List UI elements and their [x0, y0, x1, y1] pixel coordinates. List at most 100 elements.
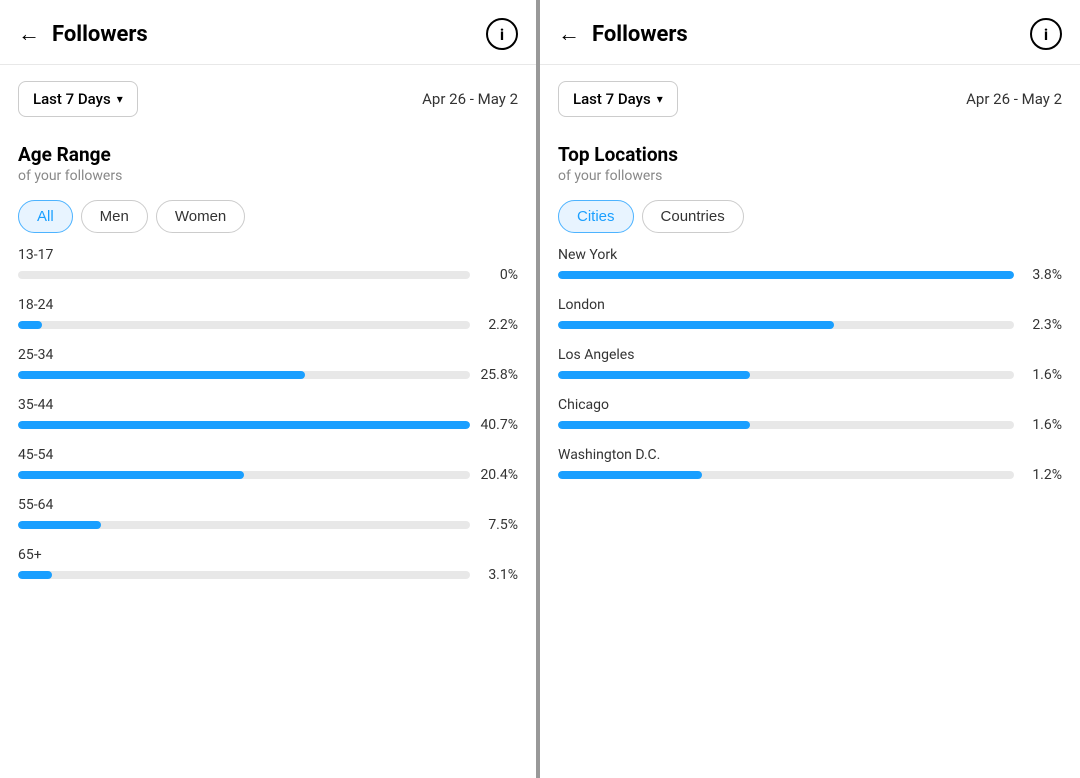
right-dropdown-label: Last 7 Days: [573, 90, 651, 108]
left-bar-row: 55-64 7.5%: [18, 497, 518, 533]
tab-women[interactable]: Women: [156, 200, 245, 233]
left-chevron-down-icon: ▾: [117, 92, 123, 106]
left-info-button[interactable]: i: [486, 18, 518, 50]
bar-label: 13-17: [18, 247, 518, 263]
bar-track: [18, 521, 470, 529]
left-bar-row: 13-17 0%: [18, 247, 518, 283]
left-bar-row: 65+ 3.1%: [18, 547, 518, 583]
right-back-button[interactable]: ←: [558, 21, 580, 47]
bar-pct: 2.3%: [1022, 317, 1062, 333]
bar-fill: [558, 471, 702, 479]
bar-track-row: 1.6%: [558, 417, 1062, 433]
bar-label: 35-44: [18, 397, 518, 413]
left-date-range: Apr 26 - May 2: [422, 90, 518, 108]
bar-fill: [18, 571, 52, 579]
bar-label: 45-54: [18, 447, 518, 463]
bar-track-row: 7.5%: [18, 517, 518, 533]
right-chevron-down-icon: ▾: [657, 92, 663, 106]
left-bar-section: 13-17 0% 18-24 2.2% 25-34 25.8% 35-44: [0, 247, 536, 583]
bar-pct: 7.5%: [478, 517, 518, 533]
right-tab-row: Cities Countries: [540, 196, 1080, 247]
left-section-title: Age Range: [0, 133, 536, 168]
bar-pct: 3.8%: [1022, 267, 1062, 283]
bar-fill: [558, 271, 1014, 279]
bar-track-row: 2.3%: [558, 317, 1062, 333]
bar-pct: 1.6%: [1022, 417, 1062, 433]
bar-fill: [558, 321, 834, 329]
bar-track: [18, 371, 470, 379]
bar-fill: [18, 321, 42, 329]
left-panel: ← Followers i Last 7 Days ▾ Apr 26 - May…: [0, 0, 540, 778]
bar-track: [558, 371, 1014, 379]
left-header-left: ← Followers: [18, 21, 148, 47]
bar-label: Los Angeles: [558, 347, 1062, 363]
tab-men[interactable]: Men: [81, 200, 148, 233]
bar-track: [18, 571, 470, 579]
right-date-range: Apr 26 - May 2: [966, 90, 1062, 108]
bar-label: Washington D.C.: [558, 447, 1062, 463]
tab-countries[interactable]: Countries: [642, 200, 744, 233]
bar-track-row: 1.2%: [558, 467, 1062, 483]
right-page-title: Followers: [592, 22, 688, 47]
bar-track-row: 20.4%: [18, 467, 518, 483]
right-section-subtitle: of your followers: [540, 168, 1080, 196]
left-tab-row: All Men Women: [0, 196, 536, 247]
right-date-dropdown[interactable]: Last 7 Days ▾: [558, 81, 678, 117]
bar-label: 25-34: [18, 347, 518, 363]
bar-track-row: 3.8%: [558, 267, 1062, 283]
bar-track: [18, 421, 470, 429]
right-info-button[interactable]: i: [1030, 18, 1062, 50]
bar-track-row: 0%: [18, 267, 518, 283]
right-bar-row: New York 3.8%: [558, 247, 1062, 283]
left-section-subtitle: of your followers: [0, 168, 536, 196]
bar-track: [558, 421, 1014, 429]
bar-track-row: 1.6%: [558, 367, 1062, 383]
bar-label: 55-64: [18, 497, 518, 513]
left-bar-row: 35-44 40.7%: [18, 397, 518, 433]
tab-all[interactable]: All: [18, 200, 73, 233]
right-section-title: Top Locations: [540, 133, 1080, 168]
bar-pct: 20.4%: [478, 467, 518, 483]
bar-track-row: 3.1%: [18, 567, 518, 583]
bar-label: Chicago: [558, 397, 1062, 413]
bar-track: [18, 471, 470, 479]
tab-cities[interactable]: Cities: [558, 200, 634, 233]
bar-fill: [558, 371, 750, 379]
bar-fill: [18, 471, 244, 479]
left-date-dropdown[interactable]: Last 7 Days ▾: [18, 81, 138, 117]
right-panel: ← Followers i Last 7 Days ▾ Apr 26 - May…: [540, 0, 1080, 778]
bar-label: 65+: [18, 547, 518, 563]
right-date-filter-row: Last 7 Days ▾ Apr 26 - May 2: [540, 65, 1080, 133]
left-bar-row: 25-34 25.8%: [18, 347, 518, 383]
bar-fill: [18, 421, 470, 429]
bar-fill: [18, 371, 305, 379]
bar-track: [558, 321, 1014, 329]
bar-label: London: [558, 297, 1062, 313]
left-header: ← Followers i: [0, 0, 536, 65]
bar-pct: 2.2%: [478, 317, 518, 333]
right-bar-row: Chicago 1.6%: [558, 397, 1062, 433]
right-bar-row: Washington D.C. 1.2%: [558, 447, 1062, 483]
right-header-left: ← Followers: [558, 21, 688, 47]
right-bar-section: New York 3.8% London 2.3% Los Angeles 1.…: [540, 247, 1080, 483]
bar-track-row: 40.7%: [18, 417, 518, 433]
left-dropdown-label: Last 7 Days: [33, 90, 111, 108]
bar-track: [18, 321, 470, 329]
bar-label: New York: [558, 247, 1062, 263]
left-bar-row: 45-54 20.4%: [18, 447, 518, 483]
bar-pct: 0%: [478, 267, 518, 283]
bar-pct: 1.6%: [1022, 367, 1062, 383]
right-bar-row: London 2.3%: [558, 297, 1062, 333]
bar-track-row: 2.2%: [18, 317, 518, 333]
bar-pct: 1.2%: [1022, 467, 1062, 483]
bar-pct: 25.8%: [478, 367, 518, 383]
bar-pct: 3.1%: [478, 567, 518, 583]
bar-fill: [558, 421, 750, 429]
left-back-button[interactable]: ←: [18, 21, 40, 47]
right-header: ← Followers i: [540, 0, 1080, 65]
bar-track: [558, 271, 1014, 279]
left-bar-row: 18-24 2.2%: [18, 297, 518, 333]
bar-track: [558, 471, 1014, 479]
bar-fill: [18, 521, 101, 529]
bar-track: [18, 271, 470, 279]
